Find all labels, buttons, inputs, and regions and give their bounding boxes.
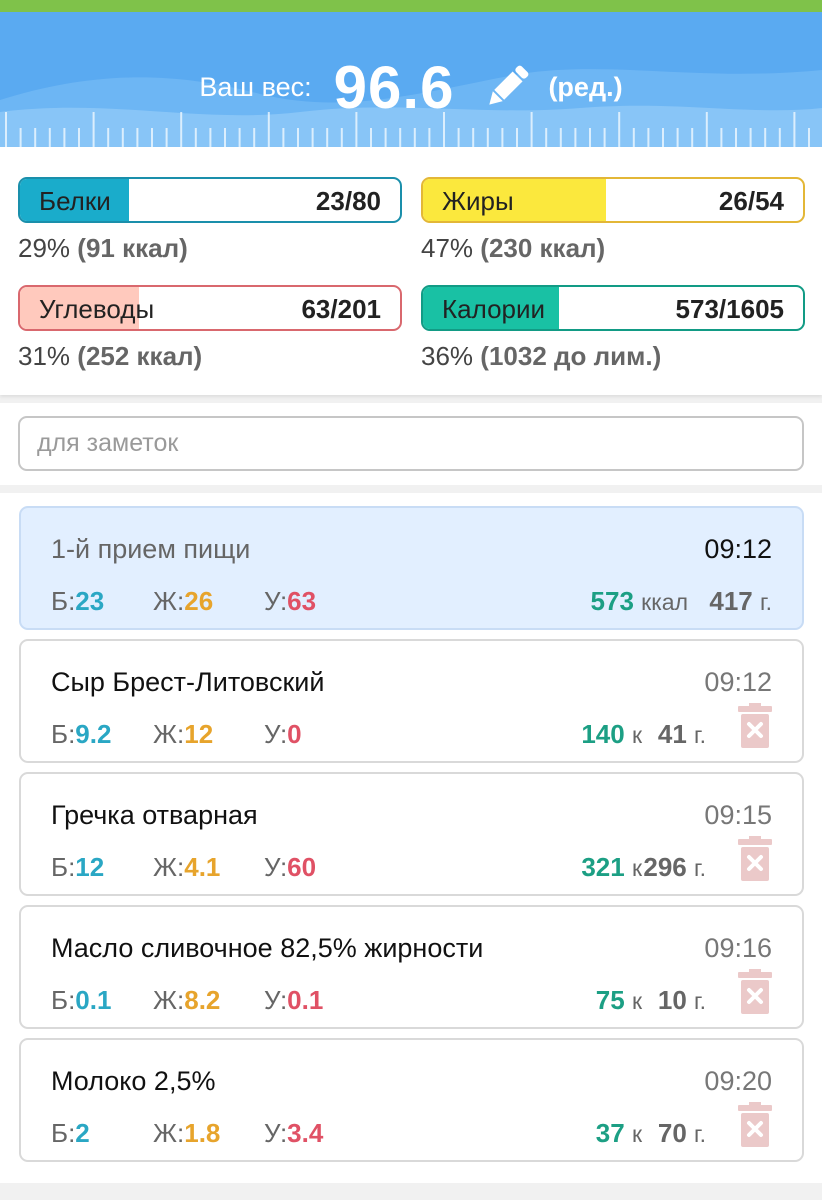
- fat-label: Жиры: [442, 186, 514, 216]
- trash-icon[interactable]: [737, 1102, 773, 1147]
- trash-icon[interactable]: [737, 836, 773, 881]
- meal-list: 1-й прием пищи 09:12 Б:23 Ж:26 У:63 573 …: [0, 493, 822, 1183]
- calories-progress-bar: Калории 573/1605: [421, 285, 805, 331]
- food-grams: 296 г.: [643, 852, 706, 882]
- food-protein: Б:9.2: [51, 719, 112, 749]
- meal-summary-card[interactable]: 1-й прием пищи 09:12 Б:23 Ж:26 У:63 573 …: [19, 506, 804, 630]
- fat-value: 26/54: [718, 186, 784, 216]
- weight-label: Ваш вес:: [199, 71, 312, 102]
- food-grams: 10 г.: [657, 985, 706, 1015]
- food-fat: Ж:1.8: [153, 1118, 221, 1148]
- meal-carbs: У:63: [264, 586, 317, 616]
- trash-icon[interactable]: [737, 969, 773, 1014]
- top-strip: [0, 0, 822, 12]
- protein-progress-bar: Белки 23/80: [18, 177, 402, 223]
- notes-input[interactable]: [18, 416, 804, 471]
- trash-icon[interactable]: [737, 703, 773, 748]
- food-carbs: У:0.1: [264, 985, 324, 1015]
- protein-summary: 29% (91 ккал): [18, 233, 402, 264]
- food-protein: Б:0.1: [51, 985, 112, 1015]
- meal-title: 1-й прием пищи: [51, 534, 251, 564]
- food-item-card[interactable]: Сыр Брест-Литовский 09:12 Б:9.2 Ж:12 У:0…: [19, 639, 804, 763]
- food-kcal: 75 к: [595, 985, 642, 1015]
- calories-value: 573/1605: [675, 294, 784, 324]
- food-name: Молоко 2,5%: [51, 1066, 216, 1096]
- meal-time: 09:12: [704, 534, 772, 564]
- meal-kcal: 573 ккал: [590, 586, 688, 616]
- food-name: Масло сливочное 82,5% жирности: [51, 933, 484, 963]
- carbs-kcal: (252 ккал): [77, 341, 203, 371]
- carbs-macro: Углеводы 63/201 31% (252 ккал): [18, 285, 402, 372]
- food-grams: 41 г.: [657, 719, 706, 749]
- food-time: 09:12: [704, 667, 772, 697]
- carbs-summary: 31% (252 ккал): [18, 341, 402, 372]
- meal-grams: 417 г.: [709, 586, 772, 616]
- weight-value[interactable]: 96.6: [334, 53, 455, 122]
- carbs-label: Углеводы: [39, 294, 155, 324]
- meal-protein: Б:23: [51, 586, 105, 616]
- protein-percent: 29%: [18, 233, 71, 263]
- food-grams: 70 г.: [657, 1118, 706, 1148]
- fat-summary: 47% (230 ккал): [421, 233, 805, 264]
- calories-percent: 36%: [421, 341, 474, 371]
- food-protein: Б:2: [51, 1118, 90, 1148]
- fat-percent: 47%: [421, 233, 474, 263]
- calories-label: Калории: [442, 294, 546, 324]
- protein-value: 23/80: [315, 186, 381, 216]
- calories-macro: Калории 573/1605 36% (1032 до лим.): [421, 285, 805, 372]
- carbs-progress-bar: Углеводы 63/201: [18, 285, 402, 331]
- food-fat: Ж:4.1: [153, 852, 221, 882]
- fat-progress-bar: Жиры 26/54: [421, 177, 805, 223]
- food-item-card[interactable]: Гречка отварная 09:15 Б:12 Ж:4.1 У:60 32…: [19, 772, 804, 896]
- meal-fat: Ж:26: [153, 586, 214, 616]
- calories-summary: 36% (1032 до лим.): [421, 341, 805, 372]
- food-carbs: У:60: [264, 852, 317, 882]
- fat-macro: Жиры 26/54 47% (230 ккал): [421, 177, 805, 264]
- pencil-icon[interactable]: [480, 60, 534, 114]
- fat-kcal: (230 ккал): [480, 233, 606, 263]
- food-kcal: 321 к: [581, 852, 642, 882]
- calories-remaining: (1032 до лим.): [480, 341, 662, 371]
- food-fat: Ж:8.2: [153, 985, 221, 1015]
- edit-weight-link[interactable]: (ред.): [548, 72, 622, 103]
- food-carbs: У:0: [264, 719, 302, 749]
- food-time: 09:15: [704, 800, 772, 830]
- food-item-card[interactable]: Молоко 2,5% 09:20 Б:2 Ж:1.8 У:3.4 37 к 7…: [19, 1038, 804, 1162]
- food-time: 09:16: [704, 933, 772, 963]
- food-name: Сыр Брест-Литовский: [51, 667, 325, 697]
- weight-header: Ваш вес: 96.6 (ред.): [0, 12, 822, 147]
- food-time: 09:20: [704, 1066, 772, 1096]
- carbs-value: 63/201: [301, 294, 381, 324]
- macros-panel: Белки 23/80 29% (91 ккал) Жиры 26/54 47%…: [0, 147, 822, 395]
- protein-macro: Белки 23/80 29% (91 ккал): [18, 177, 402, 264]
- food-kcal: 37 к: [595, 1118, 642, 1148]
- protein-label: Белки: [39, 186, 111, 216]
- food-fat: Ж:12: [153, 719, 214, 749]
- protein-kcal: (91 ккал): [77, 233, 188, 263]
- food-kcal: 140 к: [581, 719, 642, 749]
- food-name: Гречка отварная: [51, 800, 258, 830]
- carbs-percent: 31%: [18, 341, 71, 371]
- food-protein: Б:12: [51, 852, 105, 882]
- food-item-card[interactable]: Масло сливочное 82,5% жирности 09:16 Б:0…: [19, 905, 804, 1029]
- notes-section: [0, 403, 822, 485]
- food-carbs: У:3.4: [264, 1118, 324, 1148]
